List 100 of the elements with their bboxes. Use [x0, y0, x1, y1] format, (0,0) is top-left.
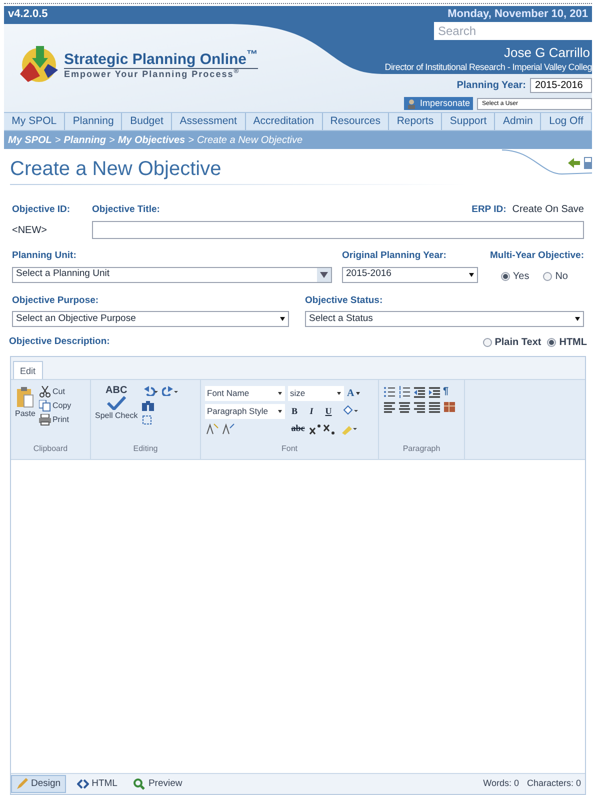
- group-label: Clipboard: [32, 442, 69, 455]
- undo-icon[interactable]: [142, 386, 158, 396]
- version-label: v4.2.0.5: [8, 6, 48, 22]
- radio-button[interactable]: [543, 272, 552, 280]
- objective-id: <NEW>: [12, 224, 48, 238]
- field-label: Planning Unit:: [12, 249, 78, 264]
- code-brackets-icon: [76, 778, 89, 790]
- clipboard-cut-button[interactable]: Cut: [39, 386, 72, 398]
- scissors-icon: [39, 386, 52, 398]
- font-color-button[interactable]: A: [347, 386, 362, 401]
- field-label: Objective Status:: [305, 294, 384, 308]
- field-label: Objective Description:: [9, 335, 110, 350]
- radio-button[interactable]: [500, 272, 510, 280]
- radio-button[interactable]: [482, 338, 492, 347]
- printer-icon: [39, 414, 52, 426]
- format-option: Plain Text: [494, 334, 542, 350]
- checkmark-icon: [106, 396, 126, 410]
- purpose-select[interactable]: Select an Objective Purpose: [12, 310, 289, 327]
- dropdown-arrow-icon: [355, 390, 362, 396]
- align-right-icon[interactable]: [413, 400, 426, 413]
- back-arrow-icon[interactable]: [568, 158, 580, 168]
- editor-mode-tab[interactable]: HTML: [72, 775, 122, 793]
- redo-icon[interactable]: [162, 386, 178, 396]
- spell-check-button[interactable]: ABC Spell Check: [95, 386, 138, 443]
- font-size-select[interactable]: size: [288, 386, 344, 401]
- nav-tab[interactable]: Resources: [322, 113, 390, 130]
- year-select[interactable]: 2015-2016: [342, 266, 478, 282]
- breadcrumb-separator: >: [188, 134, 194, 148]
- table-icon[interactable]: [443, 400, 456, 413]
- radio-label: No: [555, 270, 568, 284]
- group-label: Editing: [132, 442, 159, 455]
- field-label: ERP ID:: [472, 203, 506, 217]
- status-select[interactable]: Select a Status: [305, 310, 584, 327]
- bullet-list-icon[interactable]: [383, 386, 396, 398]
- field-label: Multi-Year Objective:: [490, 249, 584, 264]
- nav-tab[interactable]: My SPOL: [4, 113, 66, 130]
- paragraph-mark-button[interactable]: ¶: [443, 386, 449, 398]
- radio-label: Yes: [512, 270, 530, 284]
- editor-mode-tab[interactable]: Design: [11, 775, 66, 793]
- align-center-icon[interactable]: [398, 400, 411, 413]
- group-label: Paragraph: [402, 442, 442, 455]
- ribbon-tab[interactable]: Edit: [13, 360, 43, 379]
- clipboard-copy-button[interactable]: Copy: [39, 400, 72, 412]
- editor-mode-tab[interactable]: Preview: [128, 775, 188, 793]
- outdent-icon[interactable]: [413, 386, 426, 398]
- align-left-icon[interactable]: [383, 400, 396, 413]
- format-option: HTML: [559, 334, 587, 350]
- title-input[interactable]: [92, 221, 584, 240]
- pencil-icon: [16, 778, 28, 790]
- page-title: Create a New Objective: [10, 157, 222, 181]
- breadcrumb-current: Create a New Objective: [196, 134, 303, 148]
- nav-tab[interactable]: Accreditation: [246, 113, 323, 130]
- impersonate-button[interactable]: Impersonate: [404, 97, 473, 110]
- dropdown-arrow-icon: [336, 390, 342, 396]
- dropdown-arrow-icon: [277, 408, 283, 414]
- nav-tab[interactable]: Support: [442, 113, 496, 130]
- nav-tab[interactable]: Reports: [389, 113, 442, 130]
- planning-year-select[interactable]: 2015-2016: [530, 78, 592, 93]
- date-label: Monday, November 10, 201: [448, 6, 588, 22]
- breadcrumb-separator: >: [54, 134, 61, 148]
- subscript-icon[interactable]: [323, 422, 335, 435]
- field-label: Original Planning Year:: [342, 249, 448, 264]
- field-label: Objective Purpose:: [12, 294, 100, 308]
- breadcrumb-separator: >: [108, 134, 115, 148]
- clipboard-print-button[interactable]: Print: [39, 414, 72, 426]
- select-all-icon[interactable]: [142, 414, 152, 425]
- group-label: Font: [280, 442, 298, 455]
- format-button[interactable]: abc: [289, 422, 307, 436]
- nav-tab[interactable]: Budget: [122, 113, 172, 130]
- search-field[interactable]: Search: [434, 22, 592, 40]
- save-icon[interactable]: [584, 157, 592, 169]
- character-count: Characters: 0: [526, 777, 581, 790]
- dropdown-arrow-icon: [277, 390, 283, 396]
- binoculars-icon[interactable]: [142, 400, 154, 411]
- justify-icon[interactable]: [428, 400, 441, 413]
- format-button[interactable]: B: [287, 404, 302, 418]
- nav-tab[interactable]: Assessment: [172, 113, 246, 130]
- format-button[interactable]: U: [321, 404, 336, 418]
- user-title: Director of Institutional Research - Imperial Valley Colleg: [384, 61, 592, 74]
- indent-icon[interactable]: [428, 386, 441, 398]
- radio-button[interactable]: [547, 338, 556, 347]
- nav-tab[interactable]: Log Off: [541, 113, 592, 130]
- planning-year-label: Planning Year:: [456, 79, 526, 93]
- paste-button[interactable]: Paste: [15, 386, 36, 443]
- paragraph-style-select[interactable]: Paragraph Style: [205, 404, 285, 419]
- format-button[interactable]: I: [304, 404, 319, 418]
- font-name-select[interactable]: Font Name: [205, 386, 285, 401]
- numbered-list-icon[interactable]: [398, 386, 411, 398]
- planning-unit-select[interactable]: Select a Planning Unit: [12, 266, 332, 282]
- logo-name: Strategic Planning Online$^{™}$: [64, 50, 258, 68]
- field-label: Objective ID:: [12, 203, 72, 217]
- clipboard-icon: [16, 386, 34, 408]
- field-label: Objective Title:: [92, 203, 160, 217]
- superscript-icon[interactable]: [309, 422, 321, 435]
- nav-tab[interactable]: Admin: [495, 113, 542, 130]
- nav-tab[interactable]: Planning: [65, 113, 122, 130]
- user-name: Jose G Carrillo: [504, 44, 590, 62]
- word-count: Words: 0: [483, 777, 519, 790]
- magnifier-icon: [133, 778, 146, 790]
- person-icon: [406, 98, 416, 108]
